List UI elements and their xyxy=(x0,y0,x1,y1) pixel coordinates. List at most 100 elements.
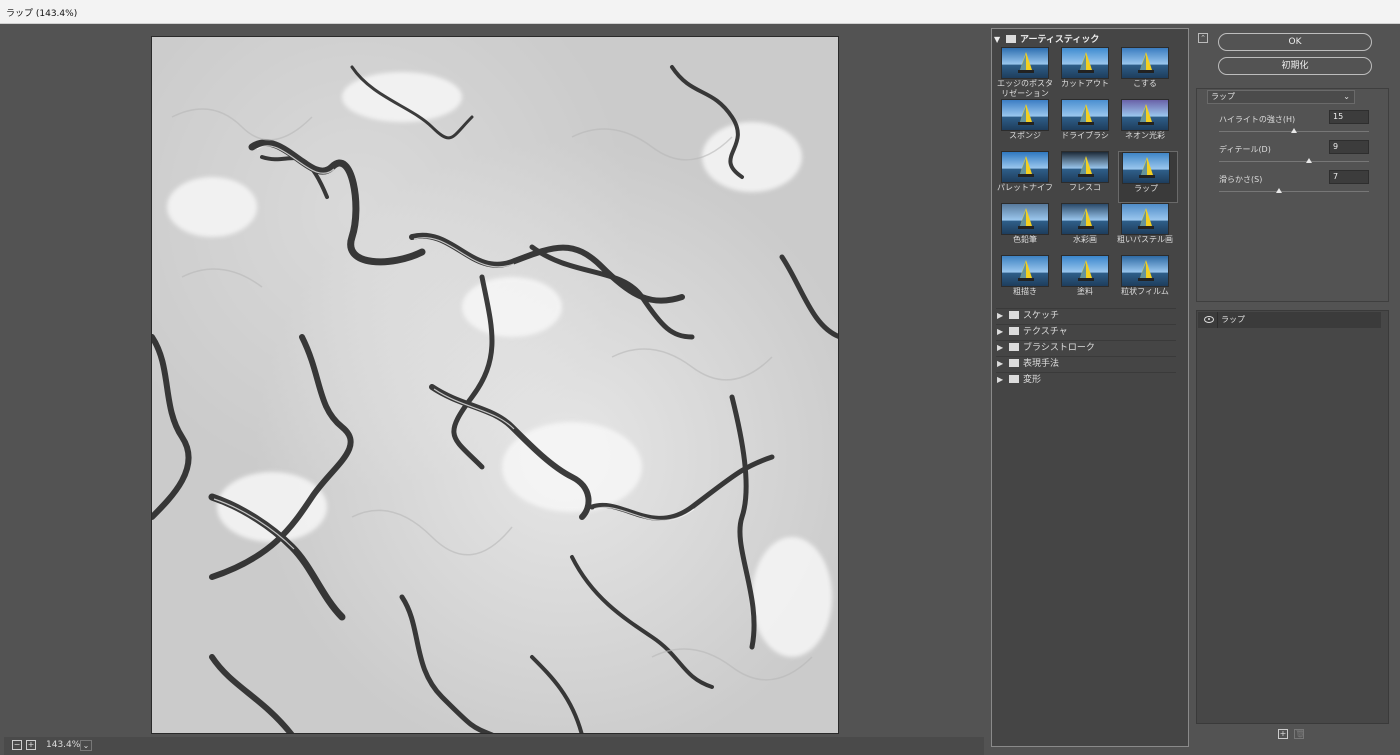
folder-icon xyxy=(1006,35,1016,43)
param-control: ハイライトの強さ(H) 15 xyxy=(1219,110,1369,140)
triangle-right-icon: ▶ xyxy=(997,327,1004,336)
triangle-down-icon: ▼ xyxy=(994,35,1001,44)
filter-thumbnail-image xyxy=(1061,151,1109,183)
folder-icon xyxy=(1009,311,1019,319)
trash-icon: 🗑 xyxy=(1295,729,1306,738)
category-label: テクスチャ xyxy=(1023,327,1068,337)
category-row[interactable]: ▶ テクスチャ xyxy=(996,324,1176,339)
title-bar: ラップ (143.4%) xyxy=(0,0,1400,24)
filter-thumbnail-image xyxy=(1001,255,1049,287)
preview-canvas[interactable] xyxy=(151,36,839,734)
category-row[interactable]: ▶ ブラシストローク xyxy=(996,340,1176,355)
folder-icon xyxy=(1009,343,1019,351)
filter-thumbnail[interactable]: 塗料 xyxy=(1058,255,1118,307)
triangle-right-icon: ▶ xyxy=(997,311,1004,320)
filter-thumbnail-image xyxy=(1001,203,1049,235)
plastic-wrap-preview-image xyxy=(152,37,838,733)
filter-thumbnail[interactable]: 水彩画 xyxy=(1058,203,1118,255)
filter-thumbnail-label: フレスコ xyxy=(1069,183,1101,192)
param-slider-handle[interactable] xyxy=(1291,128,1297,133)
filter-thumbnail-label: 粗描き xyxy=(1013,287,1037,296)
param-value-field[interactable]: 9 xyxy=(1329,140,1369,154)
filter-thumbnail-label: エッジのポスタリゼーション xyxy=(997,79,1053,98)
filter-thumbnail-label: 粗いパステル画 xyxy=(1117,235,1173,244)
filter-gallery-list: ▼ アーティスティック エッジのポスタリゼーション カットアウト こするスポンジ ドライ… xyxy=(991,28,1189,747)
effect-layers-panel: ラップ xyxy=(1196,310,1389,724)
filter-thumbnail-label: 水彩画 xyxy=(1073,235,1097,244)
filter-thumbnail-image xyxy=(1001,151,1049,183)
filter-thumbnail[interactable]: カットアウト xyxy=(1058,47,1118,99)
category-artistic[interactable]: ▼ アーティスティック xyxy=(994,32,1184,46)
filter-thumbnail[interactable]: エッジのポスタリゼーション xyxy=(997,47,1058,99)
filter-thumbnail-label: 色鉛筆 xyxy=(1013,235,1037,244)
category-row[interactable]: ▶ 変形 xyxy=(996,372,1176,387)
category-label: ブラシストローク xyxy=(1023,343,1095,353)
filter-thumbnail[interactable]: スポンジ xyxy=(998,99,1058,151)
collapse-gallery-button[interactable]: ⌃ xyxy=(1198,33,1208,43)
filter-thumbnail[interactable]: 粒状フィルム xyxy=(1118,255,1178,307)
param-value-field[interactable]: 7 xyxy=(1329,170,1369,184)
filter-thumbnail-image xyxy=(1121,99,1169,131)
delete-effect-layer-button[interactable]: 🗑 xyxy=(1294,729,1306,739)
new-effect-layer-button[interactable]: + xyxy=(1278,729,1288,739)
param-slider-handle[interactable] xyxy=(1276,188,1282,193)
filter-select[interactable]: ラップ ⌄ xyxy=(1207,90,1355,104)
param-label: ハイライトの強さ(H) xyxy=(1219,115,1296,124)
filter-thumbnail-image xyxy=(1001,47,1049,79)
filter-thumbnail[interactable]: パレットナイフ xyxy=(997,151,1058,203)
zoom-out-button[interactable]: − xyxy=(12,740,22,750)
filter-thumbnail[interactable]: ドライブラシ xyxy=(1058,99,1118,151)
triangle-right-icon: ▶ xyxy=(997,343,1004,352)
eye-icon[interactable] xyxy=(1204,316,1214,323)
category-row[interactable]: ▶ スケッチ xyxy=(996,308,1176,323)
param-control: 滑らかさ(S) 7 xyxy=(1219,170,1369,200)
param-slider-handle[interactable] xyxy=(1306,158,1312,163)
folder-icon xyxy=(1009,375,1019,383)
filter-thumbnail-image xyxy=(1121,47,1169,79)
effect-layer-row[interactable]: ラップ xyxy=(1198,312,1381,328)
category-label: 表現手法 xyxy=(1023,359,1060,369)
param-value-field[interactable]: 15 xyxy=(1329,110,1369,124)
preview-area: − + 143.4% ⌄ xyxy=(4,28,984,755)
param-label: ディテール(D) xyxy=(1219,145,1271,154)
filter-thumbnail-label: こする xyxy=(1133,79,1157,88)
filter-thumbnail-image xyxy=(1121,203,1169,235)
reset-button[interactable]: 初期化 xyxy=(1218,57,1372,75)
filter-thumbnail-image xyxy=(1122,152,1170,184)
param-slider-track[interactable] xyxy=(1219,191,1369,192)
filter-thumbnail-image xyxy=(1121,255,1169,287)
chevron-down-icon: ⌄ xyxy=(82,741,90,750)
filter-thumbnail-label: ネオン光彩 xyxy=(1125,131,1165,140)
filter-thumbnail[interactable]: こする xyxy=(1118,47,1178,99)
zoom-bar: − + 143.4% ⌄ xyxy=(4,737,984,755)
filter-thumbnail[interactable]: 色鉛筆 xyxy=(998,203,1058,255)
filter-thumbnail[interactable]: フレスコ xyxy=(1058,151,1118,203)
filter-thumbnail[interactable]: 粗描き xyxy=(998,255,1058,307)
filter-thumbnail-image xyxy=(1061,203,1109,235)
filter-thumbnail-label: 塗料 xyxy=(1077,287,1093,296)
filter-options: ラップ ⌄ ハイライトの強さ(H) 15 ディテール(D) 9 滑らかさ(S) 7 xyxy=(1196,88,1389,302)
triangle-right-icon: ▶ xyxy=(997,359,1004,368)
effect-layer-name: ラップ xyxy=(1217,312,1245,328)
category-row[interactable]: ▶ 表現手法 xyxy=(996,356,1176,371)
filter-thumbnail-image xyxy=(1061,47,1109,79)
filter-thumbnail[interactable]: ネオン光彩 xyxy=(1118,99,1178,151)
zoom-in-button[interactable]: + xyxy=(26,740,36,750)
zoom-dropdown[interactable]: ⌄ xyxy=(80,740,92,751)
filter-thumbnail-image xyxy=(1061,255,1109,287)
ok-button[interactable]: OK xyxy=(1218,33,1372,51)
filter-thumbnail-label: カットアウト xyxy=(1061,79,1109,88)
filter-thumbnail[interactable]: ラップ xyxy=(1118,151,1178,203)
category-label: スケッチ xyxy=(1023,311,1060,321)
chevron-down-icon: ⌄ xyxy=(1343,92,1350,101)
zoom-level: 143.4% xyxy=(46,740,81,750)
folder-icon xyxy=(1009,327,1019,335)
param-label: 滑らかさ(S) xyxy=(1219,175,1263,184)
filter-thumbnail-label: スポンジ xyxy=(1009,131,1041,140)
filter-thumbnail-image xyxy=(1061,99,1109,131)
param-slider-track[interactable] xyxy=(1219,161,1369,162)
triangle-right-icon: ▶ xyxy=(997,375,1004,384)
filter-thumbnail[interactable]: 粗いパステル画 xyxy=(1117,203,1178,255)
filter-thumbnail-label: 粒状フィルム xyxy=(1121,287,1169,296)
filter-thumbnail-label: ラップ xyxy=(1134,184,1158,193)
